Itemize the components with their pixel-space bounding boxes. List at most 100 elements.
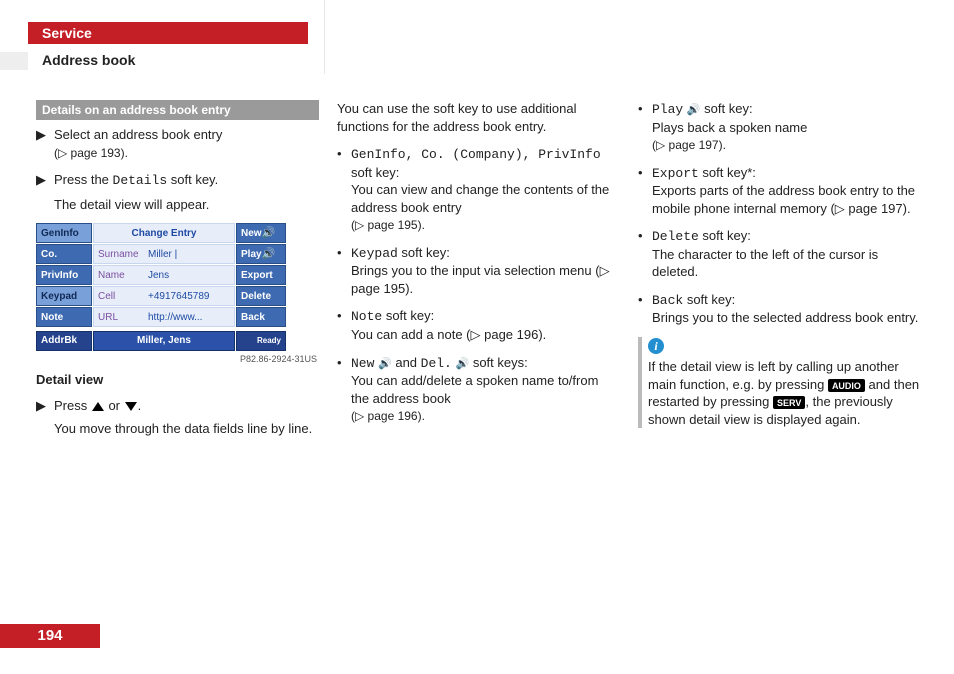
- step-result: You move through the data fields line by…: [54, 421, 312, 436]
- softkey-code: Play: [652, 102, 683, 117]
- step-marker-icon: ▶: [36, 171, 54, 213]
- desc: The character to the left of the cursor …: [652, 247, 878, 280]
- info-note: i If the detail view is left by calling …: [638, 337, 921, 428]
- content: Details on an address book entry ▶ Selec…: [36, 100, 921, 448]
- device-screenshot: GenInfo Change Entry New 🔊 Co. SurnameMi…: [36, 223, 286, 351]
- desc: Exports parts of the address book entry …: [652, 183, 915, 216]
- step-text: Select an address book entry: [54, 127, 222, 142]
- desc: You can add a note (▷ page 196).: [351, 327, 546, 342]
- screen-title: Change Entry: [93, 223, 235, 243]
- softkey-code: Details: [113, 173, 168, 188]
- bullet-marker-icon: •: [638, 100, 652, 154]
- info-icon: i: [648, 338, 664, 354]
- softkey-new[interactable]: New 🔊: [236, 223, 286, 243]
- softkey-code: New: [351, 356, 374, 371]
- speaker-icon: 🔊: [262, 226, 276, 241]
- bullet-note: • Note soft key: You can add a note (▷ p…: [337, 307, 620, 343]
- bullet-marker-icon: •: [638, 227, 652, 281]
- step-text: Press the: [54, 172, 113, 187]
- text: soft key:: [351, 165, 399, 180]
- bullet-export: • Export soft key*: Exports parts of the…: [638, 164, 921, 218]
- bullet-marker-icon: •: [337, 145, 351, 234]
- softkey-code: Back: [652, 293, 683, 308]
- bullet-geninfo: • GenInfo, Co. (Company), PrivInfo soft …: [337, 145, 620, 234]
- header-divider: [324, 0, 325, 74]
- field-surname: SurnameMiller |: [93, 244, 235, 264]
- bullet-keypad: • Keypad soft key: Brings you to the inp…: [337, 244, 620, 298]
- text: soft key*:: [699, 165, 756, 180]
- column-2: You can use the soft key to use addition…: [337, 100, 620, 448]
- footer-name: Miller, Jens: [93, 331, 235, 351]
- column-1: Details on an address book entry ▶ Selec…: [36, 100, 319, 448]
- softkey-delete[interactable]: Delete: [236, 286, 286, 306]
- step-select-entry: ▶ Select an address book entry (▷ page 1…: [36, 126, 319, 161]
- softkey-play[interactable]: Play 🔊: [236, 244, 286, 264]
- step-marker-icon: ▶: [36, 397, 54, 438]
- step-marker-icon: ▶: [36, 126, 54, 161]
- softkey-back[interactable]: Back: [236, 307, 286, 327]
- speaker-icon: 🔊: [456, 358, 470, 370]
- field-url: URLhttp://www...: [93, 307, 235, 327]
- serv-button-icon: SERV: [773, 396, 805, 409]
- softkey-code: Export: [652, 166, 699, 181]
- column-3: • Play 🔊 soft key: Plays back a spoken n…: [638, 100, 921, 448]
- softkey-code: Delete: [652, 229, 699, 244]
- bullet-marker-icon: •: [337, 307, 351, 343]
- page-number: 194: [0, 624, 100, 648]
- field-name: NameJens: [93, 265, 235, 285]
- text: soft key:: [699, 228, 751, 243]
- text: soft key:: [683, 292, 735, 307]
- bullet-marker-icon: •: [337, 244, 351, 298]
- softkey-co[interactable]: Co.: [36, 244, 92, 264]
- speaker-icon: 🔊: [262, 247, 276, 262]
- intro-text: You can use the soft key to use addition…: [337, 100, 620, 135]
- text: and: [392, 355, 421, 370]
- softkey-privinfo[interactable]: PrivInfo: [36, 265, 92, 285]
- page-ref: (▷ page 196).: [351, 409, 425, 423]
- page-ref: (▷ page 197).: [652, 138, 726, 152]
- section-title: Address book: [42, 52, 135, 68]
- footer-status: Ready: [236, 331, 286, 351]
- bullet-marker-icon: •: [337, 354, 351, 425]
- text: soft key:: [701, 101, 753, 116]
- up-arrow-icon: [92, 402, 104, 411]
- bullet-back: • Back soft key: Brings you to the selec…: [638, 291, 921, 327]
- desc: Plays back a spoken name: [652, 120, 807, 135]
- detail-view-heading: Detail view: [36, 371, 319, 389]
- bullet-marker-icon: •: [638, 164, 652, 218]
- step-press-arrows: ▶ Press or . You move through the data f…: [36, 397, 319, 438]
- text: soft key:: [382, 308, 434, 323]
- bullet-delete: • Delete soft key: The character to the …: [638, 227, 921, 281]
- softkey-code: GenInfo, Co. (Company), PrivInfo: [351, 147, 601, 162]
- speaker-icon: 🔊: [687, 104, 701, 116]
- field-cell: Cell+4917645789: [93, 286, 235, 306]
- text: soft key:: [398, 245, 450, 260]
- desc: You can view and change the contents of …: [351, 182, 609, 215]
- softkey-code: Del.: [421, 356, 452, 371]
- margin-notch: [0, 52, 28, 70]
- softkey-export[interactable]: Export: [236, 265, 286, 285]
- softkey-code: Note: [351, 309, 382, 324]
- step-text: or: [105, 398, 124, 413]
- step-text: .: [138, 398, 142, 413]
- softkey-geninfo[interactable]: GenInfo: [36, 223, 92, 243]
- text: soft keys:: [469, 355, 528, 370]
- down-arrow-icon: [125, 402, 137, 411]
- bullet-play: • Play 🔊 soft key: Plays back a spoken n…: [638, 100, 921, 154]
- step-text: Press: [54, 398, 91, 413]
- audio-button-icon: AUDIO: [828, 379, 865, 392]
- speaker-icon: 🔊: [378, 358, 392, 370]
- step-text: soft key.: [167, 172, 218, 187]
- image-caption-id: P82.86-2924-31US: [36, 353, 317, 365]
- softkey-keypad[interactable]: Keypad: [36, 286, 92, 306]
- step-result: The detail view will appear.: [54, 197, 209, 212]
- footer-addrbk[interactable]: AddrBk: [36, 331, 92, 351]
- bullet-marker-icon: •: [638, 291, 652, 327]
- subheading-details: Details on an address book entry: [36, 100, 319, 120]
- step-press-details: ▶ Press the Details soft key. The detail…: [36, 171, 319, 213]
- desc: Brings you to the selected address book …: [652, 310, 918, 325]
- info-bar-icon: [638, 337, 642, 428]
- softkey-note[interactable]: Note: [36, 307, 92, 327]
- service-tab: Service: [28, 22, 308, 44]
- page-ref: (▷ page 195).: [351, 218, 425, 232]
